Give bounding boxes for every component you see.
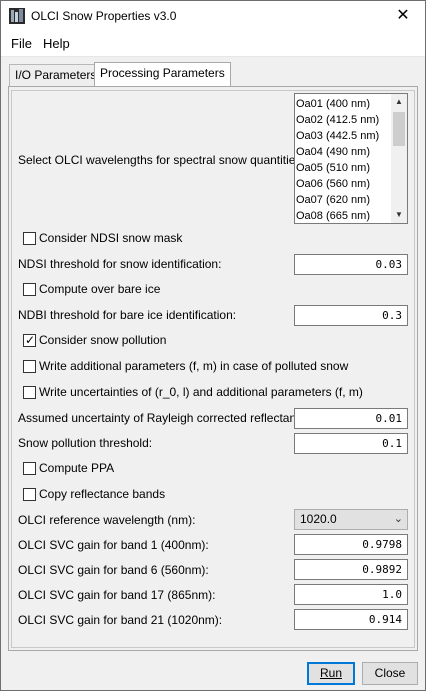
close-button-label: Close <box>374 666 406 680</box>
snow-pollution-checkbox[interactable]: ✓ <box>23 333 36 347</box>
title-bar: OLCI Snow Properties v3.0 ✕ <box>1 1 425 31</box>
copy-bands-checkbox[interactable] <box>23 488 36 501</box>
list-item[interactable]: Oa02 (412.5 nm) <box>295 112 391 128</box>
list-item[interactable]: Oa04 (490 nm) <box>295 144 391 160</box>
chevron-down-icon: ⌄ <box>393 513 403 525</box>
ndbi-threshold-label: NDBI threshold for bare ice identificati… <box>18 308 237 322</box>
rayleigh-uncertainty-label: Assumed uncertainty of Rayleigh correcte… <box>18 411 319 425</box>
wavelengths-label: Select OLCI wavelengths for spectral sno… <box>18 153 305 167</box>
ref-wavelength-label: OLCI reference wavelength (nm): <box>18 513 196 527</box>
pollution-threshold-field[interactable]: 0.1 <box>294 433 408 454</box>
svc-band17-label: OLCI SVC gain for band 17 (865nm): <box>18 588 216 602</box>
rayleigh-uncertainty-field[interactable]: 0.01 <box>294 408 408 429</box>
window-title: OLCI Snow Properties v3.0 <box>31 9 177 23</box>
svc-band6-field[interactable]: 0.9892 <box>294 559 408 580</box>
bare-ice-checkbox[interactable] <box>23 283 36 296</box>
ndbi-threshold-field[interactable]: 0.3 <box>294 305 408 326</box>
run-button[interactable]: Run <box>307 662 355 685</box>
app-icon <box>9 8 25 24</box>
menu-bar: File Help <box>1 31 425 57</box>
ndsi-threshold-field[interactable]: 0.03 <box>294 254 408 275</box>
list-item[interactable]: Oa07 (620 nm) <box>295 192 391 208</box>
ref-wavelength-select[interactable]: 1020.0 ⌄ <box>294 509 408 530</box>
ndsi-mask-label: Consider NDSI snow mask <box>39 231 183 245</box>
svc-band1-label: OLCI SVC gain for band 1 (400nm): <box>18 538 209 552</box>
uncertainties-label: Write uncertainties of (r_0, l) and addi… <box>39 385 363 399</box>
ndsi-mask-checkbox[interactable] <box>23 232 36 245</box>
wavelengths-listbox[interactable]: Oa01 (400 nm) Oa02 (412.5 nm) Oa03 (442.… <box>294 93 408 224</box>
bare-ice-label: Compute over bare ice <box>39 282 161 296</box>
menu-divider <box>1 56 425 57</box>
svc-band1-field[interactable]: 0.9798 <box>294 534 408 555</box>
dialog-window: OLCI Snow Properties v3.0 ✕ File Help I/… <box>0 0 426 691</box>
svc-band6-label: OLCI SVC gain for band 6 (560nm): <box>18 563 209 577</box>
list-item[interactable]: Oa01 (400 nm) <box>295 96 391 112</box>
additional-params-label: Write additional parameters (f, m) in ca… <box>39 359 349 373</box>
close-button[interactable]: Close <box>362 662 418 685</box>
scroll-down-icon[interactable]: ▼ <box>391 207 407 223</box>
snow-pollution-label: Consider snow pollution <box>39 333 167 347</box>
tab-io-parameters[interactable]: I/O Parameters <box>9 64 103 86</box>
checkmark-icon: ✓ <box>25 333 36 347</box>
run-button-label: Run <box>319 666 342 680</box>
pollution-threshold-label: Snow pollution threshold: <box>18 436 153 450</box>
menu-help[interactable]: Help <box>38 31 75 57</box>
uncertainties-checkbox[interactable] <box>23 386 36 399</box>
ref-wavelength-value: 1020.0 <box>300 512 337 526</box>
svc-band21-field[interactable]: 0.914 <box>294 609 408 630</box>
compute-ppa-label: Compute PPA <box>39 461 115 475</box>
list-item[interactable]: Oa08 (665 nm) <box>295 208 391 223</box>
ndsi-threshold-label: NDSI threshold for snow identification: <box>18 257 222 271</box>
svc-band21-label: OLCI SVC gain for band 21 (1020nm): <box>18 613 223 627</box>
scroll-up-icon[interactable]: ▲ <box>391 94 407 110</box>
list-item[interactable]: Oa03 (442.5 nm) <box>295 128 391 144</box>
menu-file[interactable]: File <box>6 31 37 57</box>
list-item[interactable]: Oa05 (510 nm) <box>295 160 391 176</box>
list-item[interactable]: Oa06 (560 nm) <box>295 176 391 192</box>
listbox-scrollbar[interactable]: ▲ ▼ <box>391 94 407 223</box>
copy-bands-label: Copy reflectance bands <box>39 487 166 501</box>
compute-ppa-checkbox[interactable] <box>23 462 36 475</box>
svc-band17-field[interactable]: 1.0 <box>294 584 408 605</box>
tab-processing-parameters[interactable]: Processing Parameters <box>94 62 231 86</box>
scroll-thumb[interactable] <box>393 112 405 146</box>
additional-params-checkbox[interactable] <box>23 360 36 373</box>
close-window-button[interactable]: ✕ <box>381 1 425 31</box>
